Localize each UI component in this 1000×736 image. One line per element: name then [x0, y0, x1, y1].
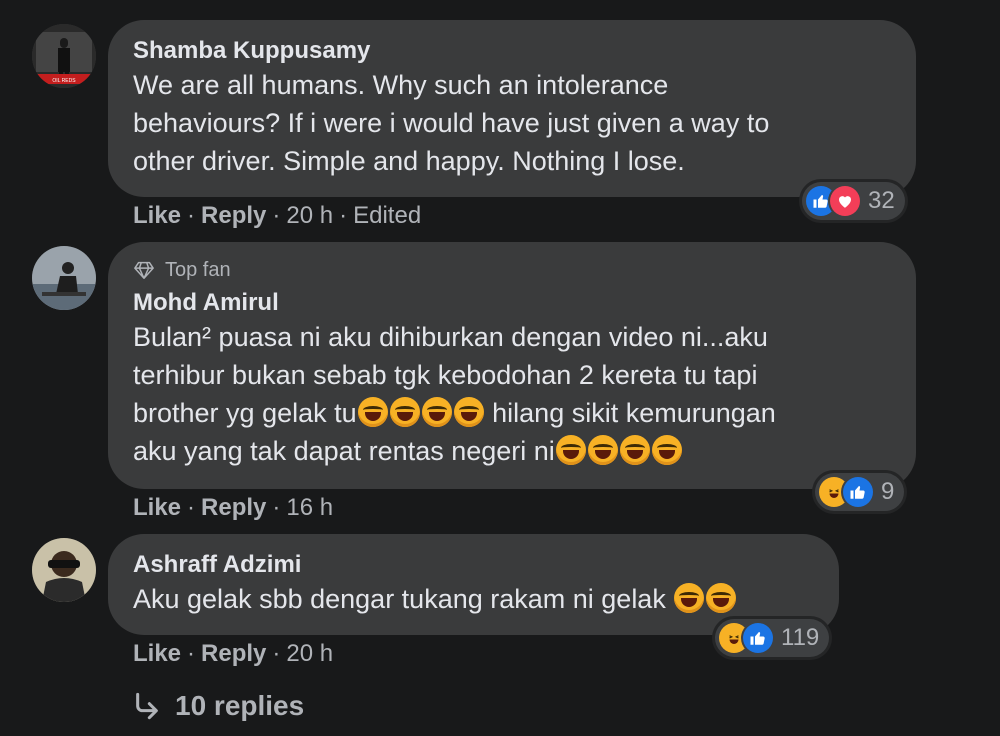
rolling-laughing-emoji [619, 435, 650, 465]
reply-arrow-icon [136, 692, 158, 720]
rolling-laughing-emoji [555, 435, 586, 465]
avatar[interactable] [32, 538, 96, 602]
like-icon [843, 477, 873, 507]
reply-button[interactable]: Reply [201, 202, 266, 229]
rolling-laughing-emoji [357, 397, 388, 427]
comment-time[interactable]: 16 h [286, 494, 333, 521]
reply-button[interactable]: Reply [201, 640, 266, 667]
comment-actions: Like · Reply · 20 h · Edited [133, 202, 422, 229]
laughing-emoji [706, 583, 737, 613]
reply-button[interactable]: Reply [201, 494, 266, 521]
reaction-count: 119 [781, 624, 820, 651]
avatar[interactable]: OIL REDS [32, 24, 96, 88]
comment-text: We are all humans. Why such an intoleran… [133, 70, 770, 176]
rolling-laughing-emoji [421, 397, 452, 427]
avatar-image [32, 538, 96, 602]
top-fan-badge: Top fan [133, 256, 891, 284]
rolling-laughing-emoji [389, 397, 420, 427]
like-button[interactable]: Like [133, 640, 181, 667]
comment-text: Aku gelak sbb dengar tukang rakam ni gel… [133, 580, 814, 618]
comment-actions: Like · Reply · 16 h [133, 494, 334, 521]
comment-text: Bulan² puasa ni aku dihiburkan dengan vi… [133, 322, 776, 466]
rolling-laughing-emoji [453, 397, 484, 427]
comment-time[interactable]: 20 h [286, 640, 333, 667]
avatar-image: OIL REDS [32, 24, 96, 88]
reaction-count: 32 [868, 187, 895, 214]
comment-author[interactable]: Mohd Amirul [133, 288, 891, 318]
laughing-emoji [674, 583, 705, 613]
svg-text:OIL REDS: OIL REDS [52, 78, 76, 84]
like-button[interactable]: Like [133, 202, 181, 229]
comment-time[interactable]: 20 h [286, 202, 333, 229]
like-icon [743, 623, 773, 653]
like-button[interactable]: Like [133, 494, 181, 521]
rolling-laughing-emoji [651, 435, 682, 465]
love-icon [830, 186, 860, 216]
reaction-summary[interactable]: 32 [802, 182, 905, 220]
comment-bubble: Shamba Kuppusamy We are all humans. Why … [108, 20, 916, 197]
reaction-count: 9 [881, 478, 895, 505]
comment-actions: Like · Reply · 20 h [133, 640, 334, 667]
view-replies-label: 10 replies [175, 690, 305, 721]
comment-bubble: Top fan Mohd Amirul Bulan² puasa ni aku … [108, 242, 916, 489]
diamond-icon [134, 261, 154, 279]
edited-label: Edited [353, 202, 422, 229]
reaction-summary[interactable]: 119 [715, 619, 830, 657]
comment-author[interactable]: Shamba Kuppusamy [133, 36, 891, 66]
view-replies-button[interactable]: 10 replies [133, 686, 304, 726]
comment-author[interactable]: Ashraff Adzimi [133, 550, 814, 580]
avatar-image [32, 246, 96, 310]
reaction-summary[interactable]: 9 [815, 473, 905, 511]
rolling-laughing-emoji [587, 435, 618, 465]
avatar[interactable] [32, 246, 96, 310]
